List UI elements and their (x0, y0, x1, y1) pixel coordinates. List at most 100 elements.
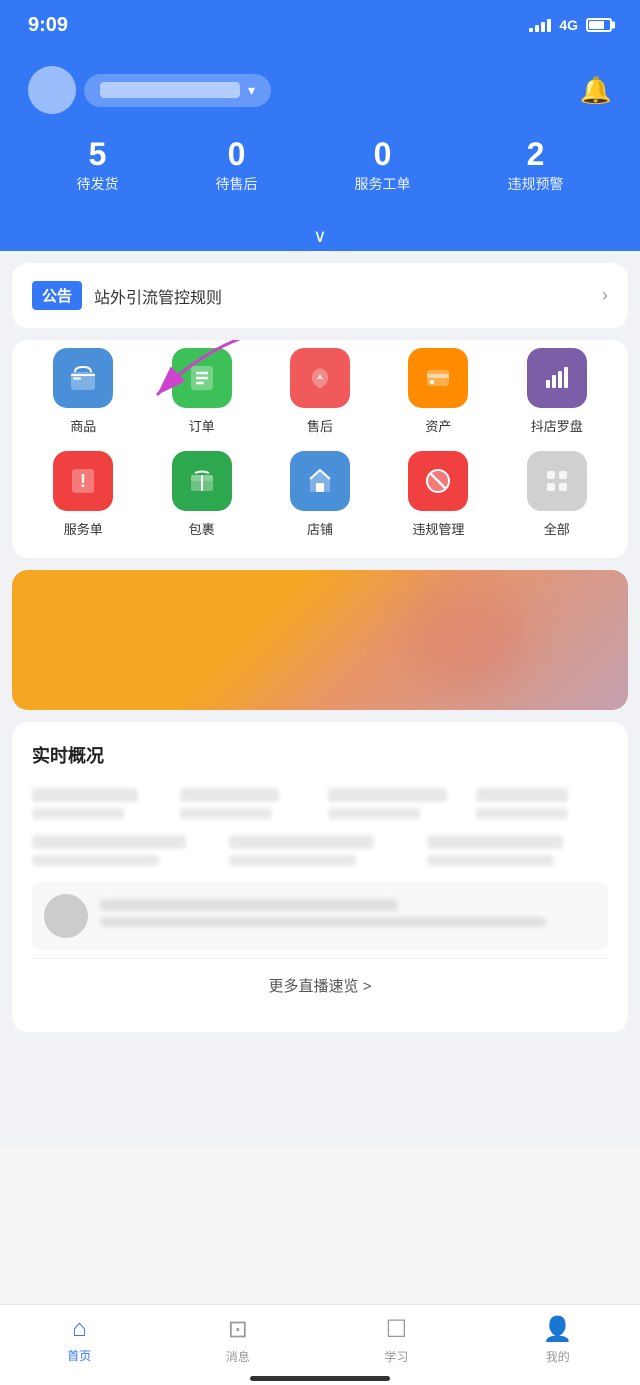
expand-chevron[interactable]: ∨ (0, 218, 640, 251)
blur-data-4 (476, 788, 568, 802)
realtime-item-2 (180, 788, 312, 819)
learn-nav-label: 学习 (384, 1348, 408, 1365)
aftersale-label: 售后 (307, 416, 333, 435)
home-nav-icon: ⌂ (72, 1315, 87, 1343)
blur-data-6 (229, 835, 374, 849)
stat-label-2: 服务工单 (355, 174, 411, 194)
live-info (100, 899, 596, 933)
stat-item-0[interactable]: 5 待发货 (77, 138, 119, 194)
blur-label-6 (229, 855, 356, 866)
all-icon (527, 451, 587, 511)
blur-label-1 (32, 808, 124, 819)
realtime-item-7 (427, 835, 608, 866)
realtime-item-6 (229, 835, 410, 866)
home-indicator (250, 1376, 390, 1381)
nav-item-mine[interactable]: 👤 我的 (543, 1315, 573, 1365)
stat-label-3: 违规预警 (508, 174, 564, 194)
blur-label-3 (328, 808, 420, 819)
menu-item-violation[interactable]: 违规管理 (379, 451, 497, 538)
live-section (32, 882, 608, 950)
more-live-link[interactable]: 更多直播速览 > (32, 958, 608, 1012)
chevron-down-icon[interactable]: ▾ (248, 82, 255, 99)
realtime-item-4 (476, 788, 608, 819)
realtime-title: 实时概况 (32, 742, 608, 768)
menu-grid: 商品 订单 (12, 340, 628, 558)
bottom-nav: ⌂ 首页 ⊡ 消息 ☐ 学习 👤 我的 (0, 1304, 640, 1385)
store-name-area[interactable]: ▾ (84, 74, 271, 107)
stat-item-2[interactable]: 0 服务工单 (355, 138, 411, 194)
menu-item-all[interactable]: 全部 (498, 451, 616, 538)
compass-icon (527, 348, 587, 408)
blur-label-2 (180, 808, 272, 819)
stat-label-1: 待售后 (216, 174, 258, 194)
menu-item-store[interactable]: 店铺 (261, 451, 379, 538)
announcement-arrow-icon: › (602, 285, 608, 306)
store-label: 店铺 (307, 519, 333, 538)
store-avatar (28, 66, 76, 114)
status-time: 9:09 (28, 14, 68, 37)
package-label: 包裹 (189, 519, 215, 538)
blur-data-7 (427, 835, 563, 849)
announcement-text: 站外引流管控规则 (94, 284, 590, 308)
stat-number-2: 0 (374, 138, 392, 170)
announcement-tag: 公告 (32, 281, 82, 310)
stat-number-3: 2 (527, 138, 545, 170)
store-selector[interactable]: ▾ (28, 66, 271, 114)
expand-chevron-icon: ∨ (313, 226, 326, 246)
assets-icon (408, 348, 468, 408)
home-nav-label: 首页 (67, 1347, 91, 1364)
announcement: 公告 站外引流管控规则 › (12, 263, 628, 328)
more-live-text: 更多直播速览 > (269, 978, 372, 995)
live-blur-1 (100, 899, 398, 911)
menu-item-orders[interactable]: 订单 (142, 348, 260, 435)
blur-data-3 (328, 788, 447, 802)
goods-label: 商品 (70, 416, 96, 435)
main-content: 公告 站外引流管控规则 › (0, 251, 640, 1146)
realtime-card: 实时概况 (12, 722, 628, 1032)
header: ▾ 🔔 5 待发货 0 待售后 0 服务工单 2 违规预警 (0, 50, 640, 218)
menu-item-goods[interactable]: 商品 (24, 348, 142, 435)
battery-icon (586, 18, 612, 32)
bell-icon[interactable]: 🔔 (580, 75, 612, 106)
all-label: 全部 (544, 519, 570, 538)
signal-icon (529, 19, 551, 32)
blur-data-1 (32, 788, 138, 802)
service-icon: ! (53, 451, 113, 511)
menu-item-assets[interactable]: 资产 (379, 348, 497, 435)
stat-label-0: 待发货 (77, 174, 119, 194)
menu-item-service[interactable]: ! 服务单 (24, 451, 142, 538)
blur-label-7 (427, 855, 554, 866)
menu-item-compass[interactable]: 抖店罗盘 (498, 348, 616, 435)
realtime-item-3 (328, 788, 460, 819)
blur-data-5 (32, 835, 186, 849)
menu-item-aftersale[interactable]: 售后 (261, 348, 379, 435)
orders-label: 订单 (189, 416, 215, 435)
network-label: 4G (559, 17, 578, 33)
nav-item-message[interactable]: ⊡ 消息 (226, 1315, 250, 1365)
violation-icon (408, 451, 468, 511)
announcement-card[interactable]: 公告 站外引流管控规则 › (12, 263, 628, 328)
live-blur-2 (100, 917, 546, 927)
blur-label-4 (476, 808, 568, 819)
store-icon (290, 451, 350, 511)
realtime-item-1 (32, 788, 164, 819)
message-nav-label: 消息 (226, 1348, 250, 1365)
package-icon (172, 451, 232, 511)
service-label: 服务单 (64, 519, 103, 538)
assets-label: 资产 (425, 416, 451, 435)
mine-nav-icon: 👤 (543, 1315, 573, 1344)
stat-number-0: 5 (89, 138, 107, 170)
nav-item-home[interactable]: ⌂ 首页 (67, 1315, 91, 1365)
store-name-blur (100, 82, 240, 98)
stat-item-3[interactable]: 2 违规预警 (508, 138, 564, 194)
banner-card[interactable] (12, 570, 628, 710)
menu-item-package[interactable]: 包裹 (142, 451, 260, 538)
status-bar: 9:09 4G (0, 0, 640, 50)
violation-label: 违规管理 (412, 519, 464, 538)
realtime-grid-1 (32, 788, 608, 819)
header-top: ▾ 🔔 (28, 66, 612, 114)
realtime-grid-2 (32, 835, 608, 866)
stat-item-1[interactable]: 0 待售后 (216, 138, 258, 194)
nav-item-learn[interactable]: ☐ 学习 (384, 1315, 408, 1365)
svg-text:!: ! (80, 471, 86, 491)
